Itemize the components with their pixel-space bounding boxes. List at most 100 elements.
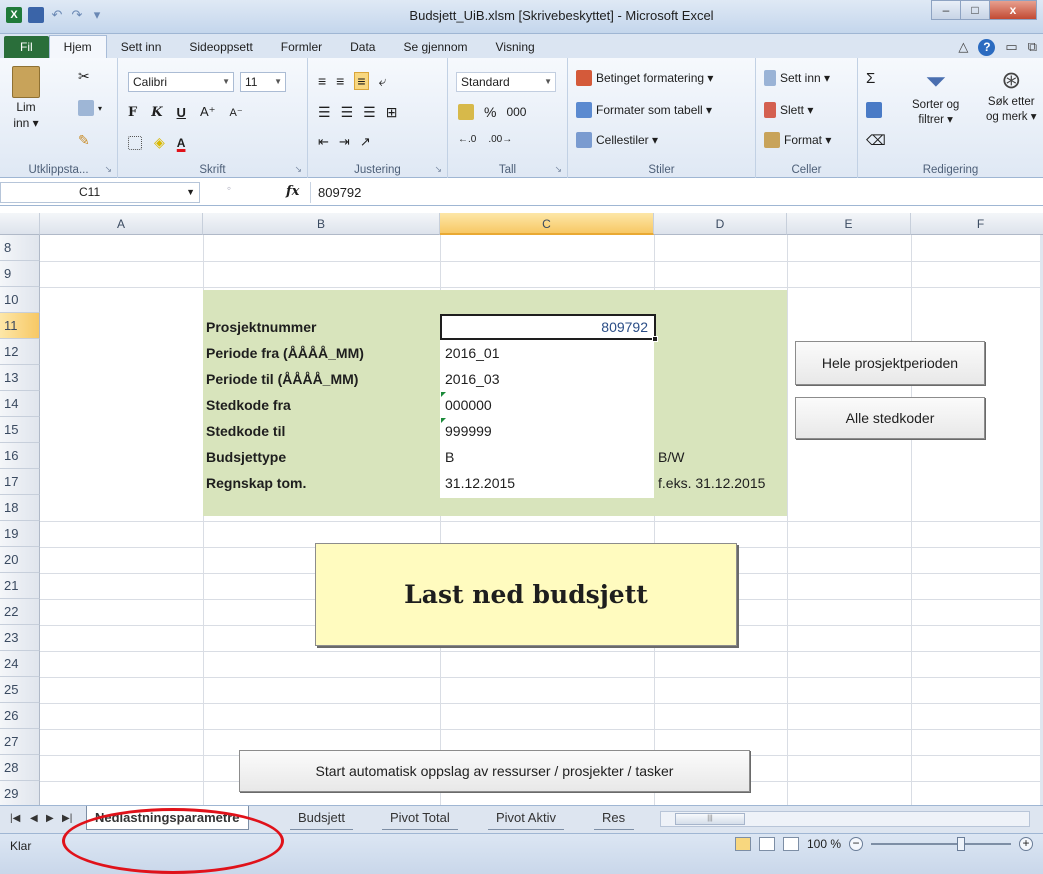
bold-button[interactable]: F — [128, 105, 137, 120]
dialog-launcher-icon[interactable]: ↘ — [104, 164, 112, 175]
thousands-button[interactable]: 000 — [506, 105, 526, 119]
last-sheet-icon[interactable]: ▶| — [62, 813, 72, 824]
delete-cells-button[interactable]: Slett ▾ — [764, 102, 813, 118]
row-header-21[interactable]: 21 — [0, 573, 40, 599]
wrap-text-icon[interactable]: ⤶ — [379, 73, 387, 90]
tab-formulas[interactable]: Formler — [267, 36, 336, 58]
page-layout-view-icon[interactable] — [758, 837, 775, 851]
align-center-icon[interactable]: ☰ — [341, 104, 354, 121]
font-name-box[interactable]: Calibri ▼ — [128, 72, 234, 92]
copy-button[interactable]: ▾ — [78, 100, 102, 116]
row-header-15[interactable]: 15 — [0, 417, 40, 443]
workbook-restore-icon[interactable]: ⧉ — [1028, 39, 1037, 55]
zoom-slider-knob[interactable] — [957, 837, 965, 851]
row-header-19[interactable]: 19 — [0, 521, 40, 547]
minimize-button[interactable]: – — [931, 0, 961, 20]
format-painter-button[interactable]: ✎ — [78, 132, 90, 149]
shrink-font-icon[interactable]: A⁻ — [229, 106, 242, 119]
row-header-12[interactable]: 12 — [0, 339, 40, 365]
worksheet-grid[interactable]: A B C D E F 8 9 10 11 12 13 14 15 16 17 … — [0, 213, 1043, 805]
last-ned-budsjett-button[interactable]: Last ned budsjett — [315, 543, 737, 646]
name-box[interactable]: C11 ▼ — [0, 182, 200, 203]
zoom-out-icon[interactable]: − — [849, 837, 863, 851]
cut-button[interactable]: ✂ — [78, 68, 90, 85]
normal-view-icon[interactable] — [734, 837, 751, 851]
column-header-b[interactable]: B — [203, 213, 440, 235]
cell-c12[interactable]: 2016_01 — [445, 345, 500, 361]
increase-indent-icon[interactable]: ⇥ — [339, 134, 350, 150]
font-size-box[interactable]: 11 ▼ — [240, 72, 286, 92]
cell-c11-value[interactable]: 809792 — [601, 319, 648, 335]
cell-styles-button[interactable]: Cellestiler ▾ — [576, 132, 658, 148]
hele-prosjektperioden-button[interactable]: Hele prosjektperioden — [795, 341, 985, 385]
tab-view[interactable]: Visning — [482, 36, 549, 58]
sheet-tab-res[interactable]: Res — [594, 806, 634, 830]
format-as-table-button[interactable]: Formater som tabell ▾ — [576, 102, 712, 118]
number-format-box[interactable]: Standard ▼ — [456, 72, 556, 92]
underline-button[interactable]: U — [177, 105, 186, 120]
tab-page-layout[interactable]: Sideoppsett — [175, 36, 266, 58]
clear-button[interactable]: ⌫ — [866, 132, 886, 149]
tab-file[interactable]: Fil — [4, 36, 49, 58]
start-oppslag-button[interactable]: Start automatisk oppslag av ressurser / … — [239, 750, 750, 792]
orientation-icon[interactable]: ↗ — [360, 134, 371, 150]
sheet-tab-budsjett[interactable]: Budsjett — [290, 806, 353, 830]
cell-c16[interactable]: B — [445, 449, 454, 465]
fill-handle[interactable] — [652, 336, 658, 342]
decrease-indent-icon[interactable]: ⇤ — [318, 134, 329, 150]
tab-data[interactable]: Data — [336, 36, 389, 58]
column-header-c[interactable]: C — [440, 213, 654, 235]
row-header-26[interactable]: 26 — [0, 703, 40, 729]
column-header-f[interactable]: F — [911, 213, 1043, 235]
tab-review[interactable]: Se gjennom — [389, 36, 481, 58]
font-color-icon[interactable]: A — [177, 136, 186, 150]
dialog-launcher-icon[interactable]: ↘ — [294, 164, 302, 175]
conditional-formatting-button[interactable]: Betinget formatering ▾ — [576, 70, 713, 86]
zoom-slider[interactable] — [871, 837, 1011, 851]
tab-insert[interactable]: Sett inn — [107, 36, 176, 58]
percent-button[interactable]: % — [484, 104, 496, 120]
select-all-corner[interactable] — [0, 213, 40, 235]
row-header-11[interactable]: 11 — [0, 313, 40, 339]
row-header-13[interactable]: 13 — [0, 365, 40, 391]
sheet-tab-pivot-aktiv[interactable]: Pivot Aktiv — [488, 806, 564, 830]
row-header-20[interactable]: 20 — [0, 547, 40, 573]
cell-c13[interactable]: 2016_03 — [445, 371, 500, 387]
row-header-16[interactable]: 16 — [0, 443, 40, 469]
maximize-button[interactable]: □ — [960, 0, 990, 20]
row-header-17[interactable]: 17 — [0, 469, 40, 495]
merge-center-icon[interactable]: ⊞ — [386, 104, 398, 121]
first-sheet-icon[interactable]: |◀ — [10, 813, 20, 824]
autosum-button[interactable]: Σ — [866, 70, 875, 87]
align-middle-icon[interactable]: ≡ — [336, 73, 344, 89]
alle-stedkoder-button[interactable]: Alle stedkoder — [795, 397, 985, 439]
decrease-decimal-icon[interactable]: .00→ — [488, 134, 512, 145]
dialog-launcher-icon[interactable]: ↘ — [554, 164, 562, 175]
row-header-24[interactable]: 24 — [0, 651, 40, 677]
name-box-dropdown-icon[interactable]: ▼ — [186, 183, 195, 202]
formula-input[interactable]: 809792 — [318, 185, 361, 200]
row-header-25[interactable]: 25 — [0, 677, 40, 703]
zoom-in-icon[interactable]: + — [1019, 837, 1033, 851]
grow-font-icon[interactable]: A⁺ — [200, 104, 216, 120]
fill-button[interactable] — [866, 102, 882, 118]
help-icon[interactable]: ? — [978, 38, 996, 56]
row-header-18[interactable]: 18 — [0, 495, 40, 521]
active-cell-c11[interactable]: 809792 — [440, 314, 658, 342]
close-button[interactable]: x — [989, 0, 1037, 20]
column-header-d[interactable]: D — [654, 213, 787, 235]
row-header-14[interactable]: 14 — [0, 391, 40, 417]
row-header-23[interactable]: 23 — [0, 625, 40, 651]
next-sheet-icon[interactable]: ▶ — [46, 813, 54, 824]
sheet-tab-pivot-total[interactable]: Pivot Total — [382, 806, 458, 830]
cell-c15[interactable]: 999999 — [445, 423, 492, 439]
cell-c17[interactable]: 31.12.2015 — [445, 475, 515, 491]
horizontal-scrollbar[interactable]: ||| — [660, 811, 1030, 827]
format-cells-button[interactable]: Format ▾ — [764, 132, 831, 148]
align-bottom-icon[interactable]: ≡ — [354, 72, 369, 90]
scrollbar-thumb[interactable]: ||| — [675, 813, 745, 825]
row-header-22[interactable]: 22 — [0, 599, 40, 625]
row-header-9[interactable]: 9 — [0, 261, 40, 287]
align-right-icon[interactable]: ☰ — [363, 104, 376, 121]
increase-decimal-icon[interactable]: ←.0 — [458, 134, 476, 145]
